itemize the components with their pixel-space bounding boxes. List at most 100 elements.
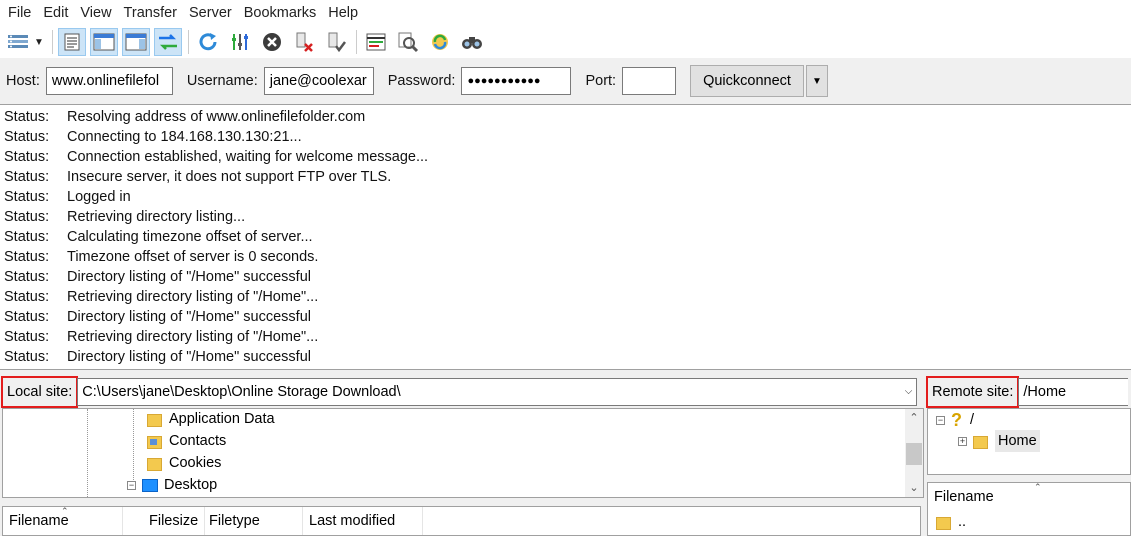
toggle-queue-icon[interactable]: [153, 28, 182, 56]
log-message: Directory listing of "/Home" successful: [67, 269, 311, 285]
log-line: Status: Retrieving directory listing of "…: [0, 327, 1131, 347]
menu-transfer[interactable]: Transfer: [118, 0, 183, 26]
tree-item-desktop[interactable]: − Desktop: [127, 474, 217, 496]
log-type: Status:: [4, 149, 50, 165]
log-message: Timezone offset of server is 0 seconds.: [67, 249, 319, 265]
directory-filter-icon[interactable]: [362, 28, 390, 56]
toggle-remote-tree-icon[interactable]: [121, 28, 150, 56]
log-line: Status: Directory listing of "/Home" succ…: [0, 267, 1131, 287]
menu-view[interactable]: View: [74, 0, 117, 26]
log-type: Status:: [4, 349, 50, 365]
collapse-icon[interactable]: −: [936, 415, 945, 425]
sort-ascending-icon: ⌃: [61, 506, 69, 516]
site-manager-dropdown-icon[interactable]: ▼: [34, 37, 44, 48]
log-line: Status: Directory listing of "/Home" succ…: [0, 347, 1131, 367]
search-icon[interactable]: [458, 28, 486, 56]
remote-site-path-text: /Home: [1023, 384, 1067, 400]
scroll-up-icon[interactable]: ⌃: [905, 409, 923, 427]
log-message: Connecting to 184.168.130.130:21...: [67, 129, 302, 145]
log-type: Status:: [4, 189, 50, 205]
tree-item-root[interactable]: − ? /: [936, 409, 974, 431]
log-type: Status:: [4, 209, 50, 225]
folder-icon: [147, 412, 162, 427]
local-site-path-input[interactable]: C:\Users\jane\Desktop\Online Storage Dow…: [77, 378, 918, 406]
log-line: Status: Retrieving directory listing...: [0, 207, 1131, 227]
username-input[interactable]: jane@coolexar: [263, 67, 374, 95]
sort-ascending-icon: ⌃: [1034, 482, 1042, 492]
log-type: Status:: [4, 329, 50, 345]
local-site-bar: Local site: C:\Users\jane\Desktop\Online…: [0, 376, 924, 408]
disconnect-icon[interactable]: [290, 28, 318, 56]
sync-browse-icon[interactable]: [426, 28, 454, 56]
menu-bookmarks[interactable]: Bookmarks: [238, 0, 323, 26]
log-line: Status: Timezone offset of server is 0 se…: [0, 247, 1131, 267]
column-filename[interactable]: Filename: [928, 483, 1130, 511]
remote-file-list[interactable]: Filename ⌃ ..: [927, 482, 1131, 536]
collapse-icon[interactable]: −: [127, 480, 136, 490]
quickconnect-button[interactable]: Quickconnect: [690, 65, 804, 97]
menu-help[interactable]: Help: [322, 0, 364, 26]
log-message: Resolving address of www.onlinefilefolde…: [67, 109, 366, 125]
log-message: Logged in: [67, 189, 131, 205]
menu-edit[interactable]: Edit: [37, 0, 74, 26]
quickconnect-bar: Host: www.onlinefilefol Username: jane@c…: [0, 58, 1131, 104]
cancel-icon[interactable]: [258, 28, 286, 56]
password-input[interactable]: ●●●●●●●●●●●: [461, 67, 572, 95]
refresh-icon[interactable]: [194, 28, 222, 56]
column-filetype[interactable]: Filetype: [203, 507, 303, 535]
unknown-folder-icon: ?: [951, 410, 962, 430]
folder-icon: [936, 515, 951, 530]
folder-icon: [973, 434, 988, 449]
tree-item-home[interactable]: + Home: [958, 430, 1040, 452]
remote-directory-tree[interactable]: − ? / + Home: [927, 408, 1131, 475]
log-line: Status: Connecting to 184.168.130.130:21.…: [0, 127, 1131, 147]
log-line: Status: Retrieving directory listing of "…: [0, 287, 1131, 307]
log-message: Connection established, waiting for welc…: [67, 149, 429, 165]
toggle-log-icon[interactable]: [57, 28, 86, 56]
log-type: Status:: [4, 109, 50, 125]
reconnect-icon[interactable]: [322, 28, 350, 56]
log-type: Status:: [4, 249, 50, 265]
port-input[interactable]: [622, 67, 677, 95]
log-message: Retrieving directory listing of "/Home".…: [67, 329, 319, 345]
site-manager-icon[interactable]: [4, 28, 32, 56]
log-line: Status: Logged in: [0, 187, 1131, 207]
quickconnect-dropdown-icon[interactable]: ▼: [805, 65, 828, 97]
host-label: Host:: [6, 73, 40, 89]
list-item[interactable]: ..: [936, 511, 966, 533]
scroll-thumb[interactable]: [906, 443, 922, 465]
menu-bar: File Edit View Transfer Server Bookmarks…: [0, 0, 1131, 26]
scroll-down-icon[interactable]: ⌄: [905, 479, 923, 497]
log-type: Status:: [4, 169, 50, 185]
toolbar: ▼: [0, 26, 1131, 58]
host-input[interactable]: www.onlinefilefol: [45, 67, 173, 95]
log-type: Status:: [4, 309, 50, 325]
log-type: Status:: [4, 289, 50, 305]
compare-icon[interactable]: [394, 28, 422, 56]
column-filesize[interactable]: Filesize: [143, 507, 205, 535]
local-file-list[interactable]: Filename ⌃ Filesize Filetype Last modifi…: [2, 506, 921, 536]
menu-file[interactable]: File: [2, 0, 37, 26]
expand-icon[interactable]: +: [958, 436, 967, 446]
tree-item-application-data[interactable]: Application Data: [147, 409, 275, 430]
log-message: Calculating timezone offset of server...: [67, 229, 313, 245]
log-line: Status: Connection established, waiting f…: [0, 147, 1131, 167]
folder-icon: [147, 456, 162, 471]
log-line: Status: Resolving address of www.onlinefi…: [0, 107, 1131, 127]
local-tree-scrollbar[interactable]: ⌃ ⌄: [905, 409, 923, 497]
local-directory-tree[interactable]: Application Data Contacts Cookies − Desk…: [2, 408, 924, 498]
log-type: Status:: [4, 269, 50, 285]
log-line: Status: Calculating timezone offset of se…: [0, 227, 1131, 247]
process-queue-icon[interactable]: [226, 28, 254, 56]
local-site-path-text: C:\Users\jane\Desktop\Online Storage Dow…: [82, 384, 401, 400]
chevron-down-icon[interactable]: ⌵: [905, 379, 913, 405]
log-message: Insecure server, it does not support FTP…: [67, 169, 392, 185]
tree-item-cookies[interactable]: Cookies: [147, 452, 221, 474]
desktop-icon: [142, 478, 158, 492]
remote-site-bar: Remote site: /Home: [925, 376, 1131, 408]
tree-item-contacts[interactable]: Contacts: [147, 430, 226, 452]
toggle-local-tree-icon[interactable]: [89, 28, 118, 56]
remote-site-path-input[interactable]: /Home: [1018, 378, 1129, 406]
column-last-modified[interactable]: Last modified: [303, 507, 423, 535]
menu-server[interactable]: Server: [183, 0, 238, 26]
